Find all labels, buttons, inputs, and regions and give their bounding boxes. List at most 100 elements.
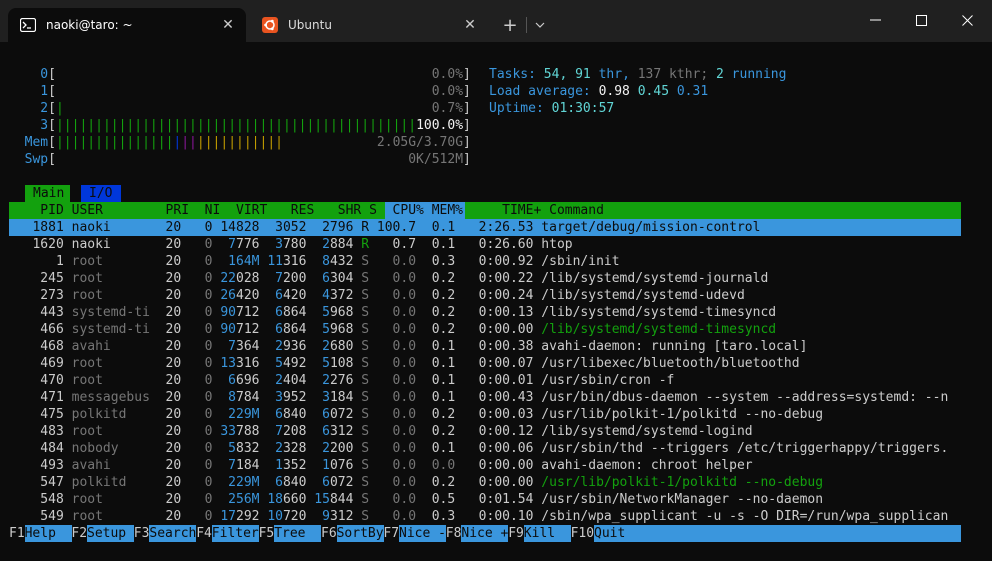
value-units: 028 bbox=[236, 271, 260, 286]
fkey-action-nice[interactable]: Nice + bbox=[461, 525, 509, 542]
cell-pid: 1881 bbox=[9, 220, 64, 235]
meter-bar-segment: | bbox=[110, 135, 119, 150]
tab-naoki-taro[interactable]: naoki@taro: ~ ✕ bbox=[8, 8, 246, 42]
cell-res: 7200 bbox=[259, 271, 306, 286]
cell-ni: 0 bbox=[181, 441, 213, 456]
column-header-cpu[interactable]: CPU% bbox=[377, 203, 424, 218]
table-row[interactable]: 468 avahi 20 0 7364 2936 2680 S 0.0 0.1 … bbox=[9, 338, 956, 355]
column-header-res[interactable]: RES bbox=[267, 203, 315, 218]
table-row[interactable]: 469 root 20 0 13316 5492 5108 S 0.0 0.1 … bbox=[9, 355, 956, 372]
maximize-button[interactable] bbox=[898, 0, 944, 40]
value-thousands: 6 bbox=[275, 288, 283, 303]
value-units: 840 bbox=[282, 407, 307, 422]
table-row[interactable]: 443 systemd-ti 20 0 90712 6864 5968 S 0.… bbox=[9, 304, 956, 321]
meter-space bbox=[103, 67, 111, 82]
pad bbox=[306, 305, 322, 320]
cell-pri: 20 bbox=[157, 322, 182, 337]
column-header-pri[interactable]: PRI bbox=[158, 203, 190, 218]
column-header-pid[interactable]: PID bbox=[9, 203, 64, 218]
cell-cmd: /sbin/init bbox=[533, 254, 957, 269]
meter-space bbox=[64, 152, 72, 167]
meter-space bbox=[408, 101, 416, 116]
column-header-user[interactable]: USER bbox=[64, 203, 158, 218]
cell-res: 2936 bbox=[259, 339, 306, 354]
meter-space bbox=[369, 135, 377, 150]
meter-bar-segment: | bbox=[189, 135, 197, 150]
tab-io-label: I/O bbox=[89, 186, 113, 201]
value-thousands: 6 bbox=[275, 322, 283, 337]
value-units: 076 bbox=[329, 458, 354, 473]
close-tab-icon[interactable]: ✕ bbox=[214, 11, 242, 39]
table-row[interactable]: 493 avahi 20 0 7184 1352 1076 S 0.0 0.0 … bbox=[9, 457, 956, 474]
meter-space bbox=[205, 84, 213, 99]
value-units: 712 bbox=[236, 322, 260, 337]
meter-bar-segment: | bbox=[243, 135, 252, 150]
table-row[interactable]: 470 root 20 0 6696 2404 2276 S 0.0 0.1 0… bbox=[9, 372, 956, 389]
table-row[interactable]: 273 root 20 0 26420 6420 4372 S 0.0 0.2 … bbox=[9, 287, 956, 304]
meter-space bbox=[322, 135, 330, 150]
value-units: 696 bbox=[236, 373, 260, 388]
column-header-ni[interactable]: NI bbox=[189, 203, 221, 218]
cell-ni: 0 bbox=[181, 407, 213, 422]
meter-space bbox=[205, 101, 213, 116]
meter-bracket: ] bbox=[463, 152, 471, 167]
column-header-time[interactable]: TIME+ bbox=[463, 203, 541, 218]
table-row[interactable]: 483 root 20 0 33788 7208 6312 S 0.0 0.2 … bbox=[9, 423, 956, 440]
column-header-s[interactable]: S bbox=[361, 203, 377, 218]
fkey-action-help[interactable]: Help bbox=[24, 525, 72, 542]
new-tab-button[interactable]: + bbox=[496, 12, 524, 38]
close-window-button[interactable] bbox=[944, 0, 990, 40]
cell-res: 6840 bbox=[259, 475, 306, 490]
table-row[interactable]: 471 messagebus 20 0 8784 3952 3184 S 0.0… bbox=[9, 389, 956, 406]
fkey-action-sortby[interactable]: SortBy bbox=[336, 525, 384, 542]
minimize-button[interactable] bbox=[852, 0, 898, 40]
table-row[interactable]: 484 nobody 20 0 5832 2328 2200 S 0.0 0.1… bbox=[9, 440, 956, 457]
table-row[interactable]: 548 root 20 0 256M 18660 15844 S 0.0 0.5… bbox=[9, 491, 956, 508]
meter-space bbox=[142, 84, 150, 99]
fkey-action-kill[interactable]: Kill bbox=[523, 525, 571, 542]
meter-space bbox=[338, 101, 346, 116]
close-tab-icon[interactable]: ✕ bbox=[456, 11, 484, 39]
value-units: 492 bbox=[282, 356, 307, 371]
cell-user: naoki bbox=[63, 237, 158, 252]
table-row[interactable]: 466 systemd-ti 20 0 90712 6864 5968 S 0.… bbox=[9, 321, 956, 338]
cell-pid: 470 bbox=[9, 373, 64, 388]
fkey-action-filter[interactable]: Filter bbox=[211, 525, 259, 542]
column-header-virt[interactable]: VIRT bbox=[220, 203, 267, 218]
terminal-area[interactable]: 0[ 0.0%] 1[ 0.0%] 2[| 0.7%] 3[||||||||||… bbox=[0, 42, 992, 561]
tab-ubuntu[interactable]: Ubuntu ✕ bbox=[250, 8, 488, 42]
meter-space bbox=[330, 101, 338, 116]
fkey-action-search[interactable]: Search bbox=[149, 525, 197, 542]
cell-cmd: /usr/sbin/thd --triggers /etc/triggerhap… bbox=[533, 441, 957, 456]
cell-time: 2:26.53 bbox=[455, 220, 534, 235]
table-row[interactable]: 1 root 20 0 164M 11316 8432 S 0.0 0.3 0:… bbox=[9, 253, 956, 270]
table-row[interactable]: 549 root 20 0 17292 10720 9312 S 0.0 0.3… bbox=[9, 508, 956, 525]
meter-space bbox=[267, 152, 275, 167]
fkey-action-tree[interactable]: Tree bbox=[274, 525, 322, 542]
table-row[interactable]: 475 polkitd 20 0 229M 6840 6072 S 0.0 0.… bbox=[9, 406, 956, 423]
meter-bar-segment: | bbox=[243, 118, 252, 133]
cell-pid: 547 bbox=[9, 475, 64, 490]
fkey-action-setup[interactable]: Setup bbox=[87, 525, 134, 542]
meter-row: Swp[ 0K/512M] bbox=[9, 151, 471, 168]
fkey-action-quit[interactable]: Quit bbox=[594, 525, 961, 542]
meter-space bbox=[189, 152, 197, 167]
cell-pri: 20 bbox=[157, 407, 182, 422]
column-header-command[interactable]: Command bbox=[541, 203, 964, 218]
chevron-down-icon[interactable] bbox=[530, 12, 550, 38]
column-header-mem[interactable]: MEM% bbox=[424, 203, 463, 218]
meter-space bbox=[338, 135, 346, 150]
meter-space bbox=[338, 84, 346, 99]
column-header-shr[interactable]: SHR bbox=[314, 203, 362, 218]
cell-shr: 6312 bbox=[306, 424, 353, 439]
table-row[interactable]: 1620 naoki 20 0 7776 3780 2884 R 0.7 0.1… bbox=[9, 236, 956, 253]
cell-pri: 20 bbox=[157, 288, 182, 303]
table-row[interactable]: 1881 naoki 20 0 14828 3052 2796 R 100.7 … bbox=[9, 219, 956, 236]
fkey-action-nice[interactable]: Nice - bbox=[399, 525, 446, 542]
table-row[interactable]: 245 root 20 0 22028 7200 6304 S 0.0 0.2 … bbox=[9, 270, 956, 287]
cell-mem: 0.1 bbox=[416, 237, 456, 252]
meter-space bbox=[338, 67, 346, 82]
meter-bracket: ] bbox=[463, 84, 471, 99]
pad bbox=[213, 390, 229, 405]
table-row[interactable]: 547 polkitd 20 0 229M 6840 6072 S 0.0 0.… bbox=[9, 474, 956, 491]
